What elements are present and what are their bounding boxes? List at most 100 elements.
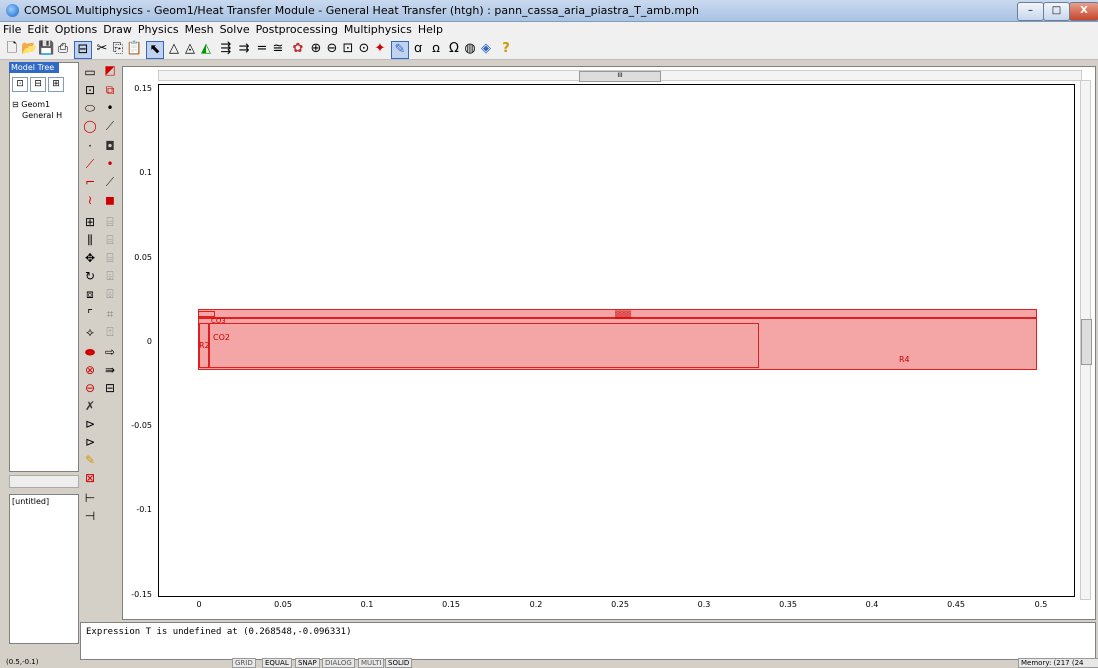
- menu-solve[interactable]: Solve: [217, 22, 253, 38]
- distance-icon[interactable]: ⊣: [82, 508, 98, 524]
- scale-icon[interactable]: ⧈: [82, 286, 98, 302]
- solve-icon[interactable]: ✿: [290, 41, 306, 57]
- cut-icon[interactable]: ✂: [94, 41, 110, 57]
- solid-red-icon[interactable]: ◼: [102, 192, 118, 208]
- tree-item-general-heat-transfer[interactable]: General H: [22, 111, 62, 120]
- plot-icon[interactable]: ✦: [372, 41, 388, 57]
- export-icon[interactable]: ⇛: [102, 362, 118, 378]
- dimension-icon[interactable]: ⊢: [82, 490, 98, 506]
- union-red-icon[interactable]: ⬬: [82, 344, 98, 360]
- delete-interior-icon[interactable]: ⌗: [102, 306, 118, 322]
- menu-multiphysics[interactable]: Multiphysics: [341, 22, 415, 38]
- menu-help[interactable]: Help: [415, 22, 446, 38]
- tree-collapse-icon[interactable]: ⊟: [30, 77, 46, 92]
- split-object-icon[interactable]: ⊳: [82, 416, 98, 432]
- rectangle-corner-icon[interactable]: ◩: [102, 62, 118, 78]
- plot-scroll-thumb[interactable]: III: [579, 71, 661, 82]
- print-icon[interactable]: ⎙: [55, 41, 71, 57]
- intersect-red-icon[interactable]: ⊗: [82, 362, 98, 378]
- omega-icon[interactable]: Ω: [446, 41, 462, 57]
- multi-toggle[interactable]: MULTI: [358, 658, 385, 668]
- menu-postprocessing[interactable]: Postprocessing: [253, 22, 341, 38]
- tree-item-geom1[interactable]: ⊟ Geom1: [12, 100, 50, 109]
- zoom-in-icon[interactable]: ⊕: [308, 41, 324, 57]
- point-icon[interactable]: •: [102, 100, 118, 116]
- help-icon[interactable]: ?: [498, 41, 514, 57]
- compose-icon[interactable]: ⌹: [102, 268, 118, 284]
- tree-expand-icon[interactable]: ⊞: [48, 77, 64, 92]
- boundary-settings-icon[interactable]: ⇉: [236, 41, 252, 57]
- intersection-icon[interactable]: ⌸: [102, 232, 118, 248]
- sphere-icon[interactable]: ◍: [462, 41, 478, 57]
- boundary-mode-icon[interactable]: ◭: [198, 41, 214, 57]
- solid-toggle[interactable]: SOLID: [385, 658, 413, 668]
- measure-icon[interactable]: ⊟: [102, 380, 118, 396]
- open-file-icon[interactable]: 📂: [21, 41, 37, 57]
- paste-icon[interactable]: 📋: [126, 41, 142, 57]
- copy-icon[interactable]: ⎘: [110, 41, 126, 57]
- equal-toggle[interactable]: EQUAL: [262, 658, 292, 668]
- menu-edit[interactable]: Edit: [24, 22, 51, 38]
- difference-red-icon[interactable]: ⊖: [82, 380, 98, 396]
- select-icon[interactable]: ⬉: [146, 41, 164, 59]
- bezier-icon[interactable]: ≀: [82, 192, 98, 208]
- grid-toggle[interactable]: GRID: [232, 658, 256, 668]
- shield-icon[interactable]: ◈: [478, 41, 494, 57]
- split-icon[interactable]: ⌹: [102, 286, 118, 302]
- subdomain-settings-icon[interactable]: ⇶: [218, 41, 234, 57]
- menu-draw[interactable]: Draw: [100, 22, 135, 38]
- minimize-button[interactable]: –: [1017, 2, 1044, 21]
- maximize-button[interactable]: □: [1043, 2, 1070, 21]
- point-mode-icon[interactable]: ◬: [182, 41, 198, 57]
- draw-mode-icon[interactable]: △: [166, 41, 182, 57]
- new-file-icon[interactable]: 🗋: [4, 41, 20, 57]
- postprocessing-icon[interactable]: ✎: [391, 41, 409, 59]
- plot-vertical-scrollbar[interactable]: [1080, 80, 1092, 600]
- square-icon[interactable]: ⊡: [82, 82, 98, 98]
- square-solid-icon[interactable]: ◘: [102, 138, 118, 154]
- fill-color-icon[interactable]: ✎: [82, 452, 98, 468]
- ellipse-icon[interactable]: ⬭: [82, 100, 98, 116]
- point-red-icon[interactable]: •: [102, 156, 118, 172]
- tree-view-icon[interactable]: ⊡: [12, 77, 28, 92]
- fillet-icon[interactable]: ⌜: [82, 306, 98, 322]
- difference-icon[interactable]: ⌸: [102, 250, 118, 266]
- coerce-object-icon[interactable]: ⊳: [82, 434, 98, 450]
- circle-icon[interactable]: ◯: [82, 118, 98, 134]
- line-draw-icon[interactable]: ⟋: [82, 156, 98, 172]
- zoom-window-icon[interactable]: ⊡: [340, 41, 356, 57]
- remove-icon[interactable]: ⊠: [82, 470, 98, 486]
- dialog-toggle[interactable]: DIALOG: [322, 658, 355, 668]
- constants-icon[interactable]: ꭤ: [410, 41, 426, 57]
- plot-horizontal-scrollbar[interactable]: III: [158, 70, 1082, 82]
- mesh-icon[interactable]: ≅: [270, 41, 286, 57]
- tree-horizontal-scrollbar[interactable]: [9, 475, 79, 488]
- arrow-right-icon[interactable]: ⇨: [102, 344, 118, 360]
- model-tree-tab[interactable]: Model Tree: [9, 62, 59, 73]
- line-icon[interactable]: ⟋: [102, 118, 118, 134]
- rectangle-icon[interactable]: ▭: [82, 64, 98, 80]
- union-icon[interactable]: ⌸: [102, 214, 118, 230]
- save-icon[interactable]: 💾: [38, 41, 54, 57]
- point-draw-icon[interactable]: ·: [82, 138, 98, 154]
- mirror-icon[interactable]: ⫼: [82, 232, 98, 248]
- coerce-icon[interactable]: ⍐: [102, 324, 118, 340]
- expressions-icon[interactable]: ꭥ: [428, 41, 444, 57]
- zoom-out-icon[interactable]: ⊖: [324, 41, 340, 57]
- array-icon[interactable]: ⊞: [82, 214, 98, 230]
- rotate-icon[interactable]: ↻: [82, 268, 98, 284]
- menu-options[interactable]: Options: [52, 22, 100, 38]
- menu-mesh[interactable]: Mesh: [182, 22, 217, 38]
- plot-vscroll-thumb[interactable]: [1081, 319, 1092, 365]
- snap-toggle[interactable]: SNAP: [295, 658, 320, 668]
- polyline-icon[interactable]: ⌐: [82, 174, 98, 190]
- equal-icon[interactable]: =: [254, 41, 270, 57]
- line-red-icon[interactable]: ⟋: [102, 174, 118, 190]
- geometry-co2[interactable]: [209, 323, 759, 368]
- close-button[interactable]: X: [1069, 2, 1098, 21]
- move-icon[interactable]: ✥: [82, 250, 98, 266]
- menu-file[interactable]: File: [0, 22, 24, 38]
- zoom-extents-icon[interactable]: ⊙: [356, 41, 372, 57]
- menu-physics[interactable]: Physics: [135, 22, 182, 38]
- delete-icon[interactable]: ✗: [82, 398, 98, 414]
